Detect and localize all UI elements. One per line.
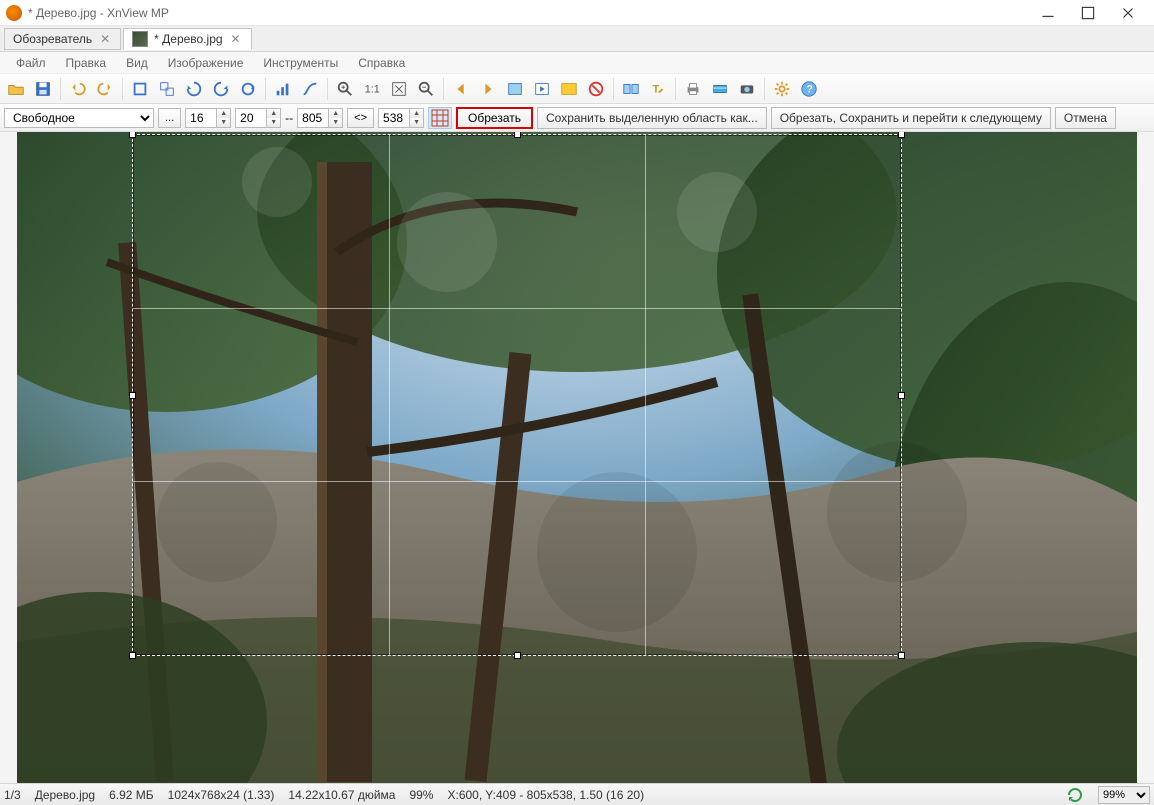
- save-icon[interactable]: [31, 77, 55, 101]
- svg-text:?: ?: [806, 83, 813, 95]
- settings-icon[interactable]: [770, 77, 794, 101]
- next-icon[interactable]: [476, 77, 500, 101]
- tab-browser[interactable]: Обозреватель ✕: [4, 28, 121, 50]
- zoom-select[interactable]: 99%: [1098, 786, 1150, 804]
- rotate-right-icon[interactable]: [209, 77, 233, 101]
- compare-icon[interactable]: [619, 77, 643, 101]
- image-canvas[interactable]: [17, 132, 1137, 783]
- handle-w[interactable]: [129, 392, 136, 399]
- menu-bar: Файл Правка Вид Изображение Инструменты …: [0, 52, 1154, 74]
- quickview-icon[interactable]: [503, 77, 527, 101]
- zoom-out-icon[interactable]: [414, 77, 438, 101]
- crop-x-field[interactable]: [185, 108, 217, 128]
- crop-h-field[interactable]: [378, 108, 410, 128]
- svg-text:1:1: 1:1: [365, 83, 380, 95]
- main-toolbar: 1:1 T ?: [0, 74, 1154, 104]
- tab-label: * Дерево.jpg: [154, 32, 222, 46]
- crop-options-button[interactable]: ...: [158, 108, 181, 128]
- zoom-in-icon[interactable]: [333, 77, 357, 101]
- zoom-fit-icon[interactable]: [387, 77, 411, 101]
- spin-arrows[interactable]: ▲▼: [410, 108, 424, 128]
- status-dpi: 99%: [409, 788, 433, 802]
- fullscreen-icon[interactable]: [557, 77, 581, 101]
- status-filename: Дерево.jpg: [35, 788, 95, 802]
- crop-ratio-select[interactable]: Свободное: [4, 108, 154, 128]
- crop-w-field[interactable]: [297, 108, 329, 128]
- help-icon[interactable]: ?: [797, 77, 821, 101]
- menu-tools[interactable]: Инструменты: [253, 53, 348, 73]
- tab-close-icon[interactable]: ✕: [229, 32, 243, 46]
- dash-label: --: [285, 111, 293, 125]
- handle-ne[interactable]: [898, 132, 905, 138]
- crop-x-input[interactable]: ▲▼: [185, 108, 231, 128]
- svg-text:T: T: [653, 83, 660, 95]
- spin-arrows[interactable]: ▲▼: [267, 108, 281, 128]
- menu-view[interactable]: Вид: [116, 53, 158, 73]
- undo-icon[interactable]: [66, 77, 90, 101]
- menu-edit[interactable]: Правка: [56, 53, 117, 73]
- delete-icon[interactable]: [584, 77, 608, 101]
- window-title: * Дерево.jpg - XnView MP: [28, 6, 1028, 20]
- levels-icon[interactable]: [271, 77, 295, 101]
- handle-sw[interactable]: [129, 652, 136, 659]
- crop-selection[interactable]: [132, 134, 902, 656]
- camera-icon[interactable]: [735, 77, 759, 101]
- crop-toolbar: Свободное ... ▲▼ ▲▼ -- ▲▼ <> ▲▼ Обрезать…: [0, 104, 1154, 132]
- status-filesize: 6.92 МБ: [109, 788, 154, 802]
- status-dimensions: 1024x768x24 (1.33): [168, 788, 275, 802]
- spin-arrows[interactable]: ▲▼: [329, 108, 343, 128]
- reload-icon[interactable]: [1066, 786, 1084, 804]
- tab-label: Обозреватель: [13, 32, 92, 46]
- crop-w-input[interactable]: ▲▼: [297, 108, 343, 128]
- swap-wh-button[interactable]: <>: [347, 108, 374, 128]
- crop-y-input[interactable]: ▲▼: [235, 108, 281, 128]
- title-bar: * Дерево.jpg - XnView MP: [0, 0, 1154, 26]
- open-icon[interactable]: [4, 77, 28, 101]
- status-bar: 1/3 Дерево.jpg 6.92 МБ 1024x768x24 (1.33…: [0, 783, 1154, 805]
- save-selection-button[interactable]: Сохранить выделенную область как...: [537, 107, 767, 129]
- prev-icon[interactable]: [449, 77, 473, 101]
- handle-nw[interactable]: [129, 132, 136, 138]
- handle-s[interactable]: [514, 652, 521, 659]
- close-button[interactable]: [1108, 1, 1148, 25]
- crop-button[interactable]: Обрезать: [456, 107, 533, 129]
- status-cursor: X:600, Y:409 - 805x538, 1.50 (16 20): [447, 788, 644, 802]
- crop-y-field[interactable]: [235, 108, 267, 128]
- curves-icon[interactable]: [298, 77, 322, 101]
- tab-image[interactable]: * Дерево.jpg ✕: [123, 28, 251, 50]
- crop-save-next-button[interactable]: Обрезать, Сохранить и перейти к следующе…: [771, 107, 1051, 129]
- menu-help[interactable]: Справка: [348, 53, 415, 73]
- tab-thumbnail: [132, 31, 148, 47]
- maximize-button[interactable]: [1068, 1, 1108, 25]
- crop-h-input[interactable]: ▲▼: [378, 108, 424, 128]
- zoom-100-icon[interactable]: 1:1: [360, 77, 384, 101]
- spin-arrows[interactable]: ▲▼: [217, 108, 231, 128]
- tab-close-icon[interactable]: ✕: [98, 32, 112, 46]
- handle-e[interactable]: [898, 392, 905, 399]
- scanner-icon[interactable]: [708, 77, 732, 101]
- status-print-size: 14.22x10.67 дюйма: [288, 788, 395, 802]
- grid-toggle-button[interactable]: [428, 107, 452, 129]
- resize-icon[interactable]: [155, 77, 179, 101]
- minimize-button[interactable]: [1028, 1, 1068, 25]
- menu-file[interactable]: Файл: [6, 53, 56, 73]
- handle-n[interactable]: [514, 132, 521, 138]
- crop-icon[interactable]: [128, 77, 152, 101]
- cancel-crop-button[interactable]: Отмена: [1055, 107, 1116, 129]
- handle-se[interactable]: [898, 652, 905, 659]
- status-index: 1/3: [4, 788, 21, 802]
- app-icon: [6, 5, 22, 21]
- slideshow-icon[interactable]: [530, 77, 554, 101]
- redo-icon[interactable]: [93, 77, 117, 101]
- menu-image[interactable]: Изображение: [158, 53, 254, 73]
- text-icon[interactable]: T: [646, 77, 670, 101]
- rotate-exif-icon[interactable]: [236, 77, 260, 101]
- print-icon[interactable]: [681, 77, 705, 101]
- tab-bar: Обозреватель ✕ * Дерево.jpg ✕: [0, 26, 1154, 52]
- image-viewer[interactable]: [0, 132, 1154, 783]
- rotate-left-icon[interactable]: [182, 77, 206, 101]
